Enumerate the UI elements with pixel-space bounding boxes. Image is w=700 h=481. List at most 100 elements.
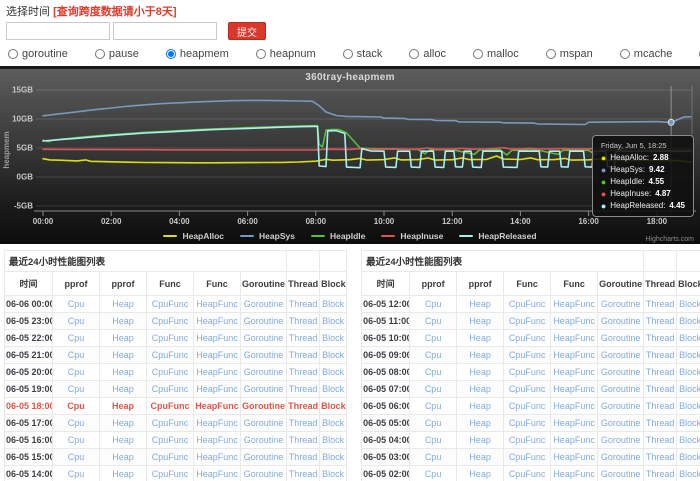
profile-link-thread[interactable]: Thread bbox=[289, 435, 318, 445]
profile-link-heap[interactable]: Heap bbox=[112, 418, 134, 428]
profile-link-cpufunc[interactable]: CpuFunc bbox=[509, 469, 546, 479]
profile-link-goroutine[interactable]: Goroutine bbox=[242, 401, 285, 411]
profile-link-heap[interactable]: Heap bbox=[469, 384, 491, 394]
profile-link-heap[interactable]: Heap bbox=[112, 384, 134, 394]
end-time-input[interactable] bbox=[113, 22, 217, 40]
legend-item-heapsys[interactable]: HeapSys bbox=[240, 231, 295, 241]
profile-link-goroutine[interactable]: Goroutine bbox=[244, 469, 284, 479]
profile-option-alloc[interactable]: alloc bbox=[409, 48, 446, 60]
profile-link-heapfunc[interactable]: HeapFunc bbox=[196, 435, 238, 445]
profile-option-mcache[interactable]: mcache bbox=[620, 48, 673, 60]
radio-stack[interactable] bbox=[343, 49, 353, 59]
profile-link-heap[interactable]: Heap bbox=[469, 367, 491, 377]
profile-link-heap[interactable]: Heap bbox=[469, 333, 491, 343]
profile-link-heapfunc[interactable]: HeapFunc bbox=[196, 367, 238, 377]
profile-link-cpu[interactable]: Cpu bbox=[425, 469, 442, 479]
series-line-heapreleased[interactable] bbox=[43, 126, 691, 167]
highcharts-credits[interactable]: Highcharts.com bbox=[645, 236, 694, 243]
profile-link-heap[interactable]: Heap bbox=[469, 435, 491, 445]
radio-alloc[interactable] bbox=[409, 49, 419, 59]
profile-link-goroutine[interactable]: Goroutine bbox=[601, 350, 641, 360]
profile-link-cpufunc[interactable]: CpuFunc bbox=[152, 469, 189, 479]
profile-link-heap[interactable]: Heap bbox=[112, 452, 134, 462]
profile-link-heapfunc[interactable]: HeapFunc bbox=[553, 384, 595, 394]
legend-item-heapalloc[interactable]: HeapAlloc bbox=[163, 231, 224, 241]
series-line-heapsys[interactable] bbox=[43, 100, 691, 124]
profile-link-cpu[interactable]: Cpu bbox=[425, 418, 442, 428]
profile-link-block[interactable]: Block bbox=[679, 401, 700, 411]
profile-link-thread[interactable]: Thread bbox=[646, 401, 675, 411]
profile-link-heapfunc[interactable]: HeapFunc bbox=[196, 299, 238, 309]
profile-link-thread[interactable]: Thread bbox=[289, 384, 318, 394]
profile-link-thread[interactable]: Thread bbox=[289, 469, 318, 479]
profile-link-heapfunc[interactable]: HeapFunc bbox=[195, 401, 239, 411]
profile-link-thread[interactable]: Thread bbox=[289, 367, 318, 377]
profile-link-cpufunc[interactable]: CpuFunc bbox=[152, 350, 189, 360]
profile-link-goroutine[interactable]: Goroutine bbox=[244, 299, 284, 309]
profile-link-heapfunc[interactable]: HeapFunc bbox=[553, 469, 595, 479]
profile-link-block[interactable]: Block bbox=[321, 401, 346, 411]
profile-link-thread[interactable]: Thread bbox=[289, 316, 318, 326]
profile-link-cpu[interactable]: Cpu bbox=[68, 316, 85, 326]
profile-link-block[interactable]: Block bbox=[679, 333, 700, 343]
profile-option-stack[interactable]: stack bbox=[343, 48, 383, 60]
profile-link-heapfunc[interactable]: HeapFunc bbox=[553, 333, 595, 343]
profile-link-cpufunc[interactable]: CpuFunc bbox=[509, 333, 546, 343]
profile-link-goroutine[interactable]: Goroutine bbox=[601, 418, 641, 428]
profile-link-cpufunc[interactable]: CpuFunc bbox=[152, 435, 189, 445]
start-time-input[interactable] bbox=[6, 22, 110, 40]
profile-link-block[interactable]: Block bbox=[679, 367, 700, 377]
profile-link-heap[interactable]: Heap bbox=[112, 333, 134, 343]
profile-link-heap[interactable]: Heap bbox=[469, 350, 491, 360]
profile-link-goroutine[interactable]: Goroutine bbox=[244, 384, 284, 394]
profile-link-thread[interactable]: Thread bbox=[289, 350, 318, 360]
profile-link-cpufunc[interactable]: CpuFunc bbox=[152, 299, 189, 309]
profile-link-goroutine[interactable]: Goroutine bbox=[244, 367, 284, 377]
profile-link-cpu[interactable]: Cpu bbox=[425, 452, 442, 462]
profile-link-cpufunc[interactable]: CpuFunc bbox=[152, 418, 189, 428]
profile-link-cpu[interactable]: Cpu bbox=[425, 401, 442, 411]
profile-link-cpu[interactable]: Cpu bbox=[425, 350, 442, 360]
profile-link-block[interactable]: Block bbox=[679, 350, 700, 360]
profile-link-goroutine[interactable]: Goroutine bbox=[244, 418, 284, 428]
profile-link-heapfunc[interactable]: HeapFunc bbox=[553, 435, 595, 445]
profile-link-goroutine[interactable]: Goroutine bbox=[601, 435, 641, 445]
profile-link-cpufunc[interactable]: CpuFunc bbox=[152, 367, 189, 377]
profile-link-heapfunc[interactable]: HeapFunc bbox=[553, 316, 595, 326]
profile-link-block[interactable]: Block bbox=[679, 316, 700, 326]
profile-link-thread[interactable]: Thread bbox=[288, 401, 318, 411]
profile-link-cpu[interactable]: Cpu bbox=[425, 435, 442, 445]
radio-malloc[interactable] bbox=[473, 49, 483, 59]
profile-link-heap[interactable]: Heap bbox=[112, 316, 134, 326]
profile-link-cpu[interactable]: Cpu bbox=[68, 418, 85, 428]
profile-link-goroutine[interactable]: Goroutine bbox=[601, 469, 641, 479]
profile-link-goroutine[interactable]: Goroutine bbox=[244, 316, 284, 326]
radio-goroutine[interactable] bbox=[8, 49, 18, 59]
profile-link-cpufunc[interactable]: CpuFunc bbox=[509, 299, 546, 309]
profile-link-block[interactable]: Block bbox=[322, 350, 344, 360]
profile-link-heap[interactable]: Heap bbox=[469, 418, 491, 428]
profile-link-heapfunc[interactable]: HeapFunc bbox=[196, 350, 238, 360]
profile-link-block[interactable]: Block bbox=[322, 299, 344, 309]
profile-link-block[interactable]: Block bbox=[322, 418, 344, 428]
profile-link-heap[interactable]: Heap bbox=[469, 469, 491, 479]
profile-link-heapfunc[interactable]: HeapFunc bbox=[196, 418, 238, 428]
profile-link-cpufunc[interactable]: CpuFunc bbox=[152, 316, 189, 326]
profile-option-goroutine[interactable]: goroutine bbox=[8, 48, 68, 60]
profile-link-cpu[interactable]: Cpu bbox=[68, 333, 85, 343]
profile-link-goroutine[interactable]: Goroutine bbox=[601, 316, 641, 326]
radio-heapmem[interactable] bbox=[166, 49, 176, 59]
profile-link-cpufunc[interactable]: CpuFunc bbox=[509, 452, 546, 462]
profile-link-thread[interactable]: Thread bbox=[646, 299, 675, 309]
radio-mcache[interactable] bbox=[620, 49, 630, 59]
profile-link-goroutine[interactable]: Goroutine bbox=[601, 333, 641, 343]
chart-plot-area[interactable]: -5GB0GB5GB10GB15GB00:0002:0004:0006:0008… bbox=[0, 69, 700, 247]
profile-link-heap[interactable]: Heap bbox=[469, 401, 491, 411]
profile-link-goroutine[interactable]: Goroutine bbox=[244, 350, 284, 360]
profile-link-thread[interactable]: Thread bbox=[646, 316, 675, 326]
profile-link-goroutine[interactable]: Goroutine bbox=[601, 401, 641, 411]
radio-mspan[interactable] bbox=[546, 49, 556, 59]
profile-link-heap[interactable]: Heap bbox=[112, 350, 134, 360]
profile-option-heapnum[interactable]: heapnum bbox=[256, 48, 316, 60]
profile-link-cpu[interactable]: Cpu bbox=[68, 435, 85, 445]
